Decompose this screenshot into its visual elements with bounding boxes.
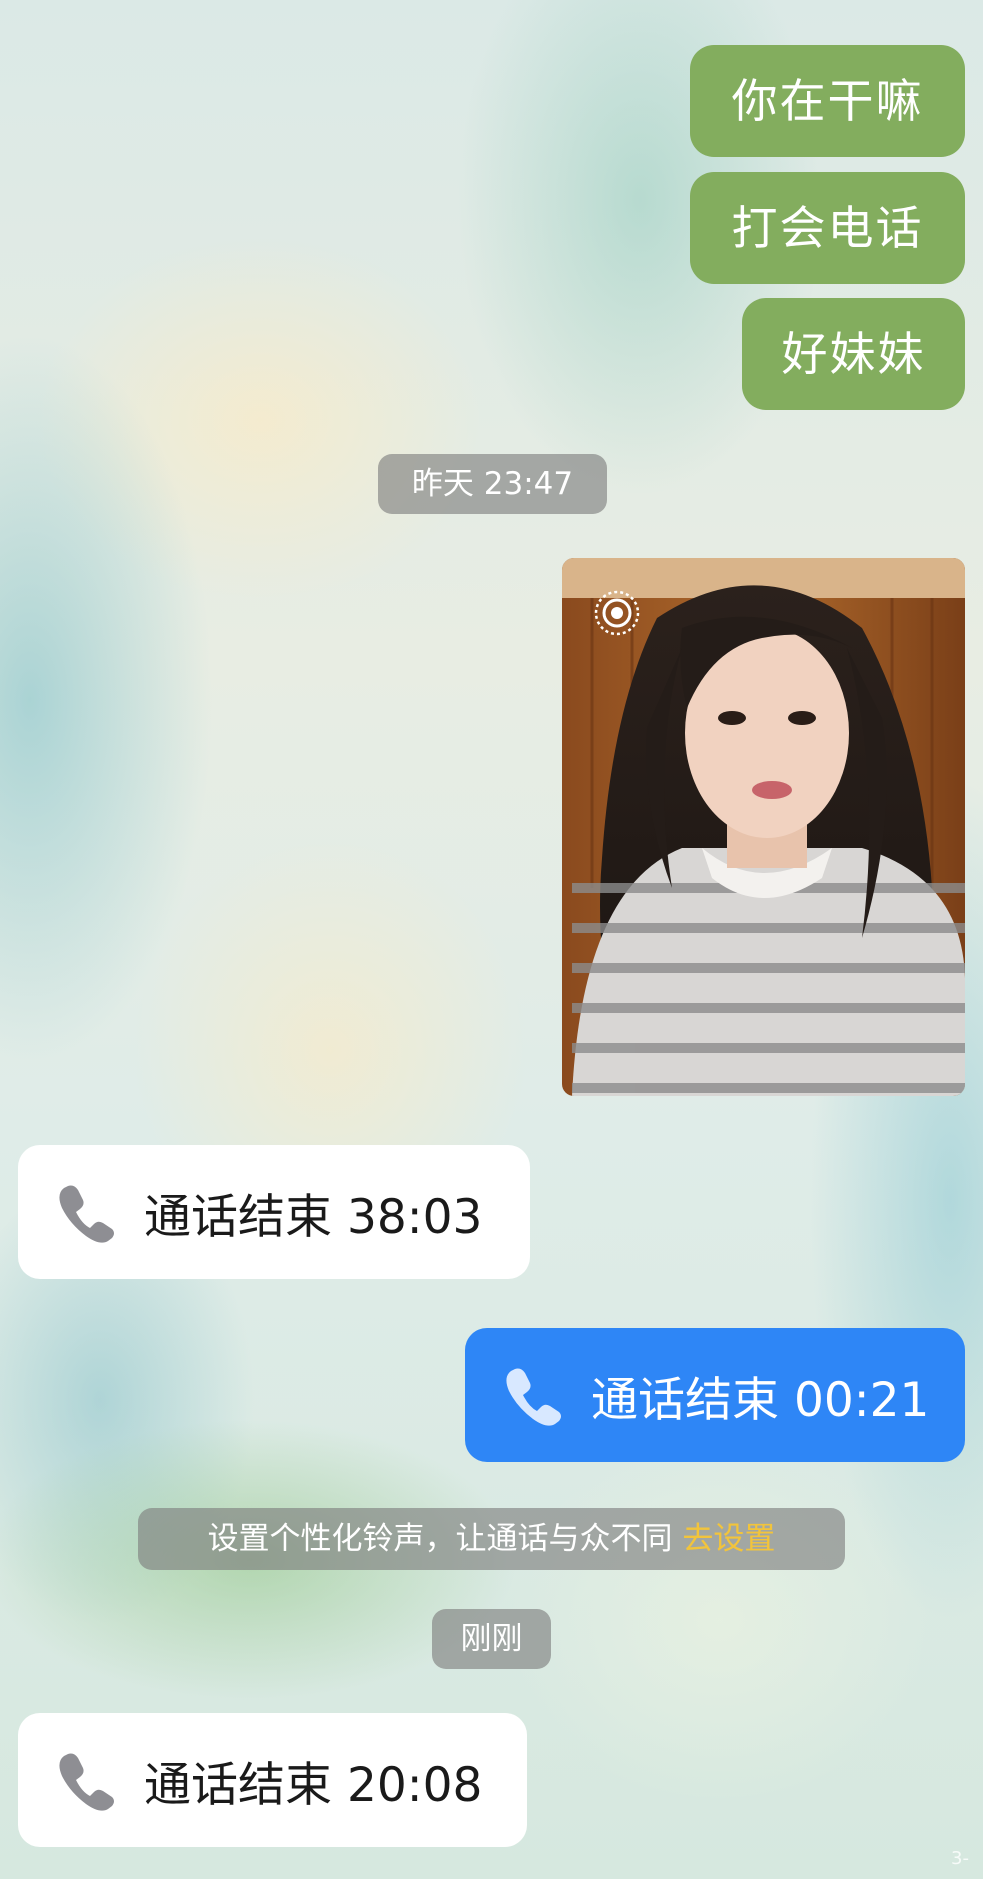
ringtone-tip-text: 设置个性化铃声，让通话与众不同 xyxy=(207,1521,673,1557)
phone-icon xyxy=(59,1185,114,1243)
chat-background: 你在干嘛 打会电话 好妹妹 昨天 23:47 通话结束 38:03 通话结束 0… xyxy=(0,0,983,1879)
message-bubble-outgoing[interactable]: 好妹妹 xyxy=(742,298,965,410)
ringtone-tip: 设置个性化铃声，让通话与众不同 去设置 xyxy=(138,1508,845,1570)
photo-message[interactable] xyxy=(562,558,965,1096)
timestamp-text: 昨天 23:47 xyxy=(411,466,574,502)
timestamp-text: 刚刚 xyxy=(460,1621,523,1657)
live-photo-icon[interactable] xyxy=(592,588,642,638)
message-text: 好妹妹 xyxy=(781,327,926,381)
call-record-incoming[interactable]: 通话结束 20:08 xyxy=(18,1713,527,1847)
message-text: 打会电话 xyxy=(731,201,924,255)
call-record-incoming[interactable]: 通话结束 38:03 xyxy=(18,1145,530,1279)
phone-icon xyxy=(59,1753,114,1811)
call-duration-text: 通话结束 20:08 xyxy=(144,1757,483,1813)
phone-icon xyxy=(506,1368,561,1426)
call-duration-text: 通话结束 00:21 xyxy=(591,1372,930,1428)
timestamp-pill: 昨天 23:47 xyxy=(378,454,607,514)
watermark: 3- xyxy=(951,1848,969,1869)
go-settings-link[interactable]: 去设置 xyxy=(682,1521,775,1557)
message-bubble-outgoing[interactable]: 打会电话 xyxy=(690,172,965,284)
message-text: 你在干嘛 xyxy=(731,74,924,128)
timestamp-pill: 刚刚 xyxy=(432,1609,551,1669)
call-duration-text: 通话结束 38:03 xyxy=(144,1189,483,1245)
selfie-photo xyxy=(562,558,965,1096)
message-bubble-outgoing[interactable]: 你在干嘛 xyxy=(690,45,965,157)
call-record-outgoing[interactable]: 通话结束 00:21 xyxy=(465,1328,965,1462)
